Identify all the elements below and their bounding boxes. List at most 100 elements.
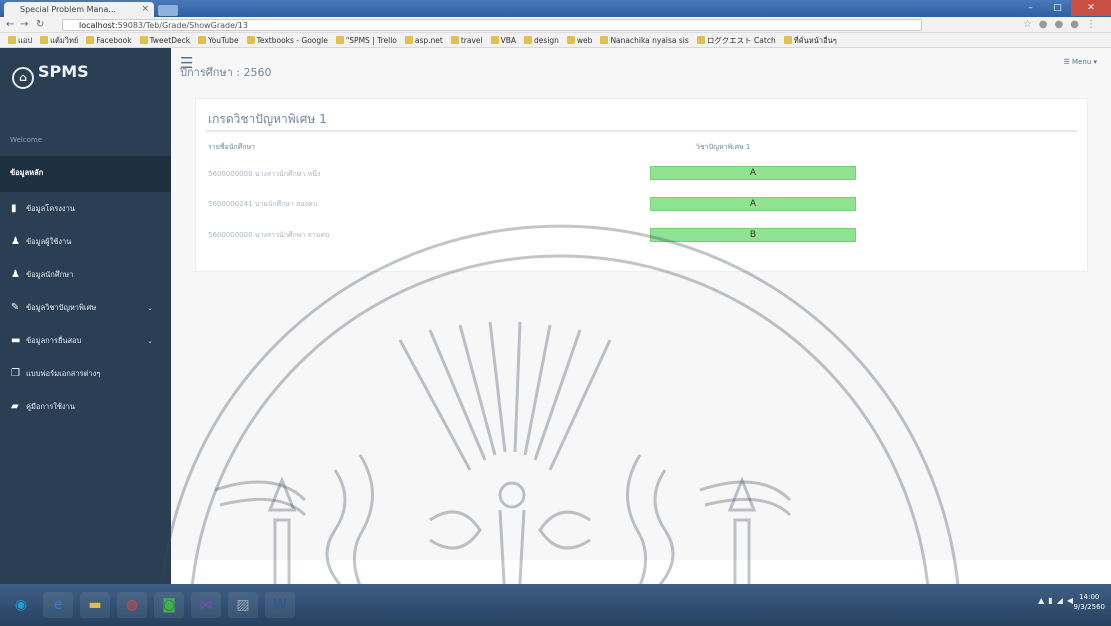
taskbar: ◉ e ▬ ◍ ◙ ⋈ ▨ W ▲▮◢◀ 14:00 9/3/2560: [0, 584, 1111, 626]
start-icon[interactable]: ◉: [6, 592, 36, 618]
grade-badge: B: [650, 228, 856, 242]
sidebar: ⌂ SPMS Welcome ข้อมูลหลัก ▮ ข้อมูลโครงงาน ♟…: [0, 48, 171, 584]
bookmark-item[interactable]: Facebook: [86, 33, 132, 47]
bookmark-label: web: [576, 36, 593, 45]
bookmark-label: design: [534, 36, 559, 45]
student-name: 5600000000 นางสาวนักศึกษา สามคน: [208, 231, 330, 239]
visual-studio-icon[interactable]: ⋈: [191, 592, 221, 618]
sidebar-item-label: ข้อมูลการยื่นสอบ: [26, 335, 82, 345]
bookmark-label: แต้มวิทย์: [50, 36, 79, 45]
sidebar-item-label: แบบฟอร์มเอกสารต่างๆ: [26, 368, 101, 378]
system-tray[interactable]: ▲▮◢◀: [1038, 596, 1077, 605]
home-icon: ⌂: [12, 66, 34, 89]
bookmark-item[interactable]: "SPMS | Trello: [335, 33, 397, 47]
word-icon[interactable]: W: [265, 592, 295, 618]
close-tab-icon[interactable]: ×: [141, 4, 149, 14]
bookmark-icon: ▮: [11, 203, 17, 214]
bookmark-item[interactable]: แอป: [8, 33, 33, 47]
bookmark-item[interactable]: ログクエスト Catch: [696, 33, 776, 47]
bookmark-folder-icon: [524, 36, 533, 44]
panel-title: เกรดวิชาปัญหาพิเศษ 1: [208, 112, 327, 126]
bookmark-folder-icon: [450, 36, 459, 44]
sidebar-item[interactable]: ♟ ข้อมูลผู้ใช้งาน: [0, 225, 171, 258]
bookmark-item[interactable]: web: [566, 33, 593, 47]
sidebar-item-label: คู่มือการใช้งาน: [26, 401, 75, 411]
bookmark-label: ที่คั่นหน้าอื่นๆ: [793, 36, 837, 45]
reload-icon[interactable]: ↻: [36, 19, 44, 30]
sidebar-item[interactable]: ❐ แบบฟอร์มเอกสารต่างๆ: [0, 357, 171, 390]
bookmark-item[interactable]: YouTube: [198, 33, 239, 47]
tab-title: Special Problem Mana...: [20, 5, 117, 14]
chevron-down-icon: ⌄: [147, 336, 153, 345]
bookmark-item[interactable]: asp.net: [404, 33, 443, 47]
bookmark-item[interactable]: VBA: [490, 33, 516, 47]
bookmark-item[interactable]: design: [524, 33, 559, 47]
address-bar[interactable]: localhost:59083/Teb/Grade/ShowGrade/13: [62, 19, 922, 31]
bookmark-item[interactable]: แต้มวิทย์: [40, 33, 79, 47]
pencil-icon: ✎: [11, 302, 20, 313]
sidebar-item[interactable]: ▮ ข้อมูลโครงงาน: [0, 192, 171, 225]
new-tab-button[interactable]: [158, 5, 178, 16]
page-title: ปีการศึกษา : 2560: [180, 66, 272, 79]
brand-label: SPMS: [38, 62, 89, 81]
explorer-icon[interactable]: ▬: [80, 592, 110, 618]
folder-icon: ▬: [11, 335, 21, 346]
column-header-student: รายชื่อนักศึกษา: [208, 143, 255, 151]
copy-icon: ❐: [11, 368, 20, 379]
chrome-icon[interactable]: ◍: [117, 592, 147, 618]
welcome-text: Welcome: [10, 136, 43, 144]
bookmark-folder-icon: [139, 36, 148, 44]
clock-date: 9/3/2560: [1073, 603, 1105, 611]
line-icon[interactable]: ◙: [154, 592, 184, 618]
user-icon: ♟: [11, 236, 20, 247]
bookmark-folder-icon: [490, 36, 499, 44]
bookmark-item[interactable]: Textbooks - Google: [246, 33, 328, 47]
browser-tab[interactable]: Special Problem Mana... ×: [4, 2, 154, 17]
bookmark-label: ログクエスト Catch: [706, 36, 776, 45]
bookmarks-bar: แอป แต้มวิทย์ Facebook TweetDeck YouTube Text…: [0, 33, 1111, 48]
sidebar-item-label: ข้อมูลนักศึกษา: [26, 269, 74, 279]
browser-tab-strip: Special Problem Mana... × – □ ✕: [0, 0, 1111, 17]
sidebar-menu: ▮ ข้อมูลโครงงาน ♟ ข้อมูลผู้ใช้งาน ♟ ข้อมูลนัก…: [0, 192, 171, 423]
bookmark-item[interactable]: ที่คั่นหน้าอื่นๆ: [783, 33, 837, 47]
sidebar-item[interactable]: ✎ ข้อมูลวิชาปัญหาพิเศษ ⌄: [0, 291, 171, 324]
forward-icon[interactable]: →: [20, 19, 28, 30]
sidebar-section-header: ข้อมูลหลัก: [0, 156, 171, 192]
sidebar-item[interactable]: ♟ ข้อมูลนักศึกษา: [0, 258, 171, 291]
ie-icon[interactable]: e: [43, 592, 73, 618]
bookmark-label: travel: [460, 36, 483, 45]
divider: [206, 130, 1077, 132]
extension-icons[interactable]: ☆●●●⋮: [1023, 19, 1103, 30]
maximize-icon[interactable]: □: [1044, 0, 1071, 16]
brand[interactable]: ⌂ SPMS: [0, 48, 171, 94]
bookmark-item[interactable]: travel: [450, 33, 483, 47]
student-name: 5600000241 นายนักศึกษา สองคน: [208, 200, 318, 208]
address-path: :59083/Teb/Grade/ShowGrade/13: [114, 21, 248, 30]
close-window-icon[interactable]: ✕: [1071, 0, 1111, 16]
book-icon: ▰: [11, 401, 19, 412]
taskbar-clock[interactable]: 14:00 9/3/2560: [1074, 592, 1105, 612]
grade-panel: เกรดวิชาปัญหาพิเศษ 1 รายชื่อนักศึกษา วิช…: [195, 98, 1088, 272]
bookmark-folder-icon: [566, 36, 575, 44]
bookmark-item[interactable]: Nanachika nyaisa sis: [600, 33, 689, 47]
bookmark-label: "SPMS | Trello: [345, 36, 397, 45]
top-nav: ☰ ☰ Menu ▾: [171, 48, 1111, 84]
minimize-icon[interactable]: –: [1017, 0, 1044, 16]
bookmark-folder-icon: [198, 36, 207, 44]
paint-icon[interactable]: ▨: [228, 592, 258, 618]
sidebar-item[interactable]: ▬ ข้อมูลการยื่นสอบ ⌄: [0, 324, 171, 357]
sidebar-item[interactable]: ▰ คู่มือการใช้งาน: [0, 390, 171, 423]
bookmark-label: TweetDeck: [149, 36, 191, 45]
menu-dropdown[interactable]: ☰ Menu ▾: [1064, 58, 1097, 66]
grade-badge: A: [650, 166, 856, 180]
main-content: ☰ ☰ Menu ▾ ปีการศึกษา : 2560 เกรดวิชาปัญ…: [171, 48, 1111, 584]
bookmark-label: asp.net: [414, 36, 443, 45]
address-host: localhost: [79, 21, 115, 30]
bookmark-label: แอป: [18, 36, 33, 45]
back-icon[interactable]: ←: [6, 19, 14, 30]
user-icon: ♟: [11, 269, 20, 280]
bookmark-item[interactable]: TweetDeck: [139, 33, 191, 47]
bookmark-folder-icon: [86, 36, 95, 44]
bookmark-folder-icon: [404, 36, 413, 44]
bookmark-label: Facebook: [96, 36, 132, 45]
